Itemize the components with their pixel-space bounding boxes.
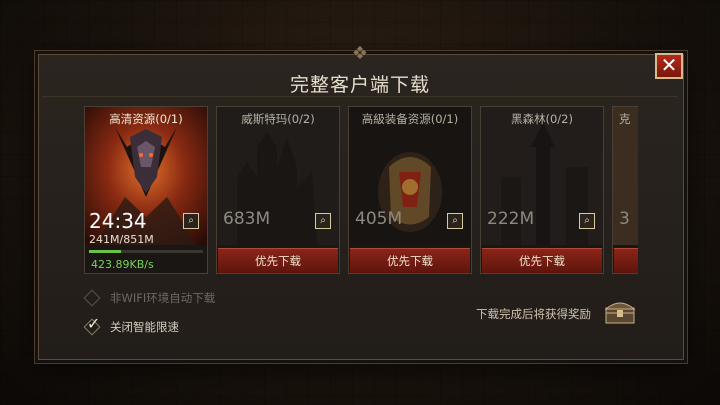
card-title: 高清资源(0/1)	[109, 112, 183, 126]
disable-speed-limit-option[interactable]: ✓ 关闭智能限速	[83, 314, 179, 336]
resource-cards: 高清资源(0/1) 24:34 ⌕ 241M/851M 423.89KB/s 威…	[84, 106, 638, 276]
priority-download-button[interactable]	[614, 248, 638, 273]
checkbox[interactable]: ✓	[83, 314, 101, 336]
treasure-chest-icon[interactable]	[604, 299, 636, 325]
download-timer: 24:34	[89, 209, 147, 233]
reward-text: 下载完成后将获得奖励	[476, 307, 591, 321]
card-title: 威斯特玛(0/2)	[241, 112, 315, 126]
option-label: 关闭智能限速	[110, 320, 179, 334]
magnifier-icon[interactable]: ⌕	[447, 213, 463, 229]
card-title: 黑森林(0/2)	[511, 112, 573, 126]
card-title: 高級装备资源(0/1)	[361, 112, 459, 126]
magnifier-icon[interactable]: ⌕	[183, 213, 199, 229]
resource-card-westmarch[interactable]: 威斯特玛(0/2) 683M ⌕ 优先下载	[216, 106, 340, 274]
resource-card-equipment[interactable]: 高級装备资源(0/1) 405M ⌕ 优先下载	[348, 106, 472, 274]
resource-card-hd[interactable]: 高清资源(0/1) 24:34 ⌕ 241M/851M 423.89KB/s	[84, 106, 208, 274]
resource-card-dark-forest[interactable]: 黑森林(0/2) 222M ⌕ 优先下载	[480, 106, 604, 274]
close-button[interactable]: ✕	[655, 53, 683, 79]
checkbox[interactable]	[83, 289, 101, 307]
download-size: 3	[619, 209, 630, 229]
dialog-title: 完整客户端下载	[289, 74, 430, 96]
download-size: 405M	[355, 209, 403, 229]
download-size: 222M	[487, 209, 535, 229]
download-progress-text: 241M/851M	[89, 233, 154, 246]
card-title: 克	[619, 112, 631, 126]
priority-download-button[interactable]: 优先下载	[482, 248, 602, 273]
priority-download-button[interactable]: 优先下载	[350, 248, 470, 273]
resource-card-partial[interactable]: 克 3	[612, 106, 638, 274]
crest-icon: ❖	[351, 43, 369, 64]
magnifier-icon[interactable]: ⌕	[579, 213, 595, 229]
progress-bar	[89, 250, 203, 253]
check-icon: ✓	[86, 314, 101, 334]
option-label: 非WIFI环境自动下载	[110, 291, 216, 305]
download-speed: 423.89KB/s	[91, 258, 154, 271]
magnifier-icon[interactable]: ⌕	[315, 213, 331, 229]
download-size: 683M	[223, 209, 271, 229]
wifi-auto-download-option[interactable]: 非WIFI环境自动下载	[83, 289, 216, 307]
priority-download-button[interactable]: 优先下载	[218, 248, 338, 273]
